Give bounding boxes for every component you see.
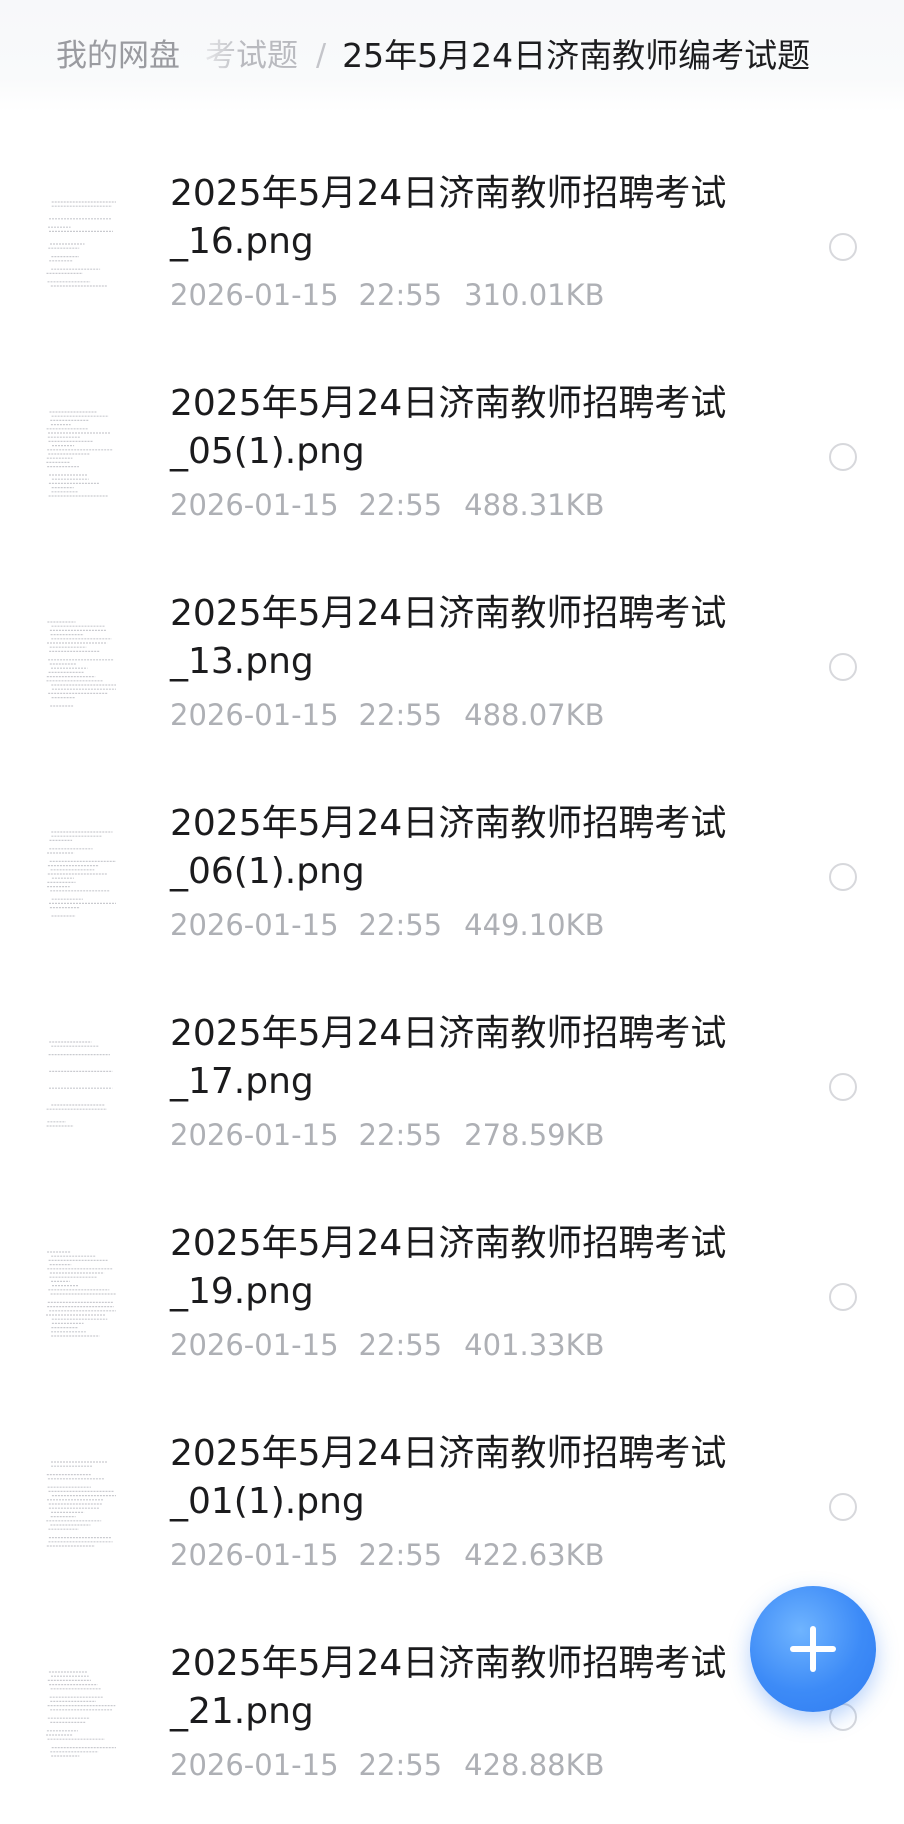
file-list-item[interactable]: 2025年5月24日济南教师招聘考试_05(1).png 2026-01-15 22…	[0, 360, 904, 570]
file-date: 2026-01-15	[170, 1328, 339, 1362]
file-size: 310.01KB	[464, 278, 605, 312]
select-checkbox[interactable]	[829, 863, 857, 891]
file-name: 2025年5月24日济南教师招聘考试_16.png	[170, 173, 727, 262]
file-list: 2025年5月24日济南教师招聘考试_16.png 2026-01-15 22:55…	[0, 150, 904, 1824]
document-thumbnail-icon	[44, 1456, 118, 1552]
file-time: 22:55	[358, 1538, 443, 1572]
file-time: 22:55	[358, 488, 443, 522]
file-meta: 2026-01-15 22:55 401.33KB	[170, 1325, 605, 1365]
file-time: 22:55	[358, 1748, 443, 1782]
file-meta: 2026-01-15 22:55 488.07KB	[170, 695, 605, 735]
breadcrumb-root-link[interactable]: 我的网盘	[56, 30, 180, 82]
file-time: 22:55	[358, 1118, 443, 1152]
file-name: 2025年5月24日济南教师招聘考试_01(1).png	[170, 1433, 727, 1522]
file-date: 2026-01-15	[170, 698, 339, 732]
file-time: 22:55	[358, 278, 443, 312]
document-thumbnail-icon	[44, 826, 118, 922]
document-thumbnail-icon	[44, 196, 118, 292]
file-meta: 2026-01-15 22:55 428.88KB	[170, 1745, 605, 1785]
file-date: 2026-01-15	[170, 488, 339, 522]
file-time: 22:55	[358, 908, 443, 942]
file-size: 428.88KB	[464, 1748, 605, 1782]
file-list-item[interactable]: 2025年5月24日济南教师招聘考试_13.png 2026-01-15 22:55…	[0, 570, 904, 780]
file-list-item[interactable]: 2025年5月24日济南教师招聘考试_17.png 2026-01-15 22:55…	[0, 990, 904, 1200]
document-thumbnail-icon	[44, 1246, 118, 1342]
select-checkbox[interactable]	[829, 1073, 857, 1101]
document-thumbnail-icon	[44, 406, 118, 502]
select-checkbox[interactable]	[829, 443, 857, 471]
file-size: 488.31KB	[464, 488, 605, 522]
file-name: 2025年5月24日济南教师招聘考试_06(1).png	[170, 803, 727, 892]
file-name: 2025年5月24日济南教师招聘考试_21.png	[170, 1643, 727, 1732]
document-thumbnail-icon	[44, 1036, 118, 1132]
file-meta: 2026-01-15 22:55 310.01KB	[170, 275, 605, 315]
file-meta: 2026-01-15 22:55 488.31KB	[170, 485, 605, 525]
breadcrumb-separator: /	[316, 38, 327, 73]
file-date: 2026-01-15	[170, 1538, 339, 1572]
breadcrumb-header: 我的网盘 考试题 / 25年5月24日济南教师编考试题	[0, 0, 904, 112]
breadcrumb-parent-link[interactable]: 考试题	[198, 30, 298, 82]
add-button[interactable]	[750, 1586, 876, 1712]
select-checkbox[interactable]	[829, 1283, 857, 1311]
file-meta: 2026-01-15 22:55 278.59KB	[170, 1115, 605, 1155]
file-size: 401.33KB	[464, 1328, 605, 1362]
file-size: 278.59KB	[464, 1118, 605, 1152]
file-name: 2025年5月24日济南教师招聘考试_13.png	[170, 593, 727, 682]
select-checkbox[interactable]	[829, 233, 857, 261]
file-list-item[interactable]: 2025年5月24日济南教师招聘考试_06(1).png 2026-01-15 22…	[0, 780, 904, 990]
file-name: 2025年5月24日济南教师招聘考试_19.png	[170, 1223, 727, 1312]
file-time: 22:55	[358, 1328, 443, 1362]
file-browser-page: 我的网盘 考试题 / 25年5月24日济南教师编考试题 2025年5月24日济南…	[0, 0, 904, 1824]
file-list-item[interactable]: 2025年5月24日济南教师招聘考试_19.png 2026-01-15 22:55…	[0, 1200, 904, 1410]
file-meta: 2026-01-15 22:55 449.10KB	[170, 905, 605, 945]
select-checkbox[interactable]	[829, 1493, 857, 1521]
file-time: 22:55	[358, 698, 443, 732]
file-name: 2025年5月24日济南教师招聘考试_17.png	[170, 1013, 727, 1102]
document-thumbnail-icon	[44, 616, 118, 712]
breadcrumb: 我的网盘 考试题 / 25年5月24日济南教师编考试题	[56, 30, 810, 82]
file-size: 488.07KB	[464, 698, 605, 732]
breadcrumb-current-folder: 25年5月24日济南教师编考试题	[342, 36, 811, 75]
document-thumbnail-icon	[44, 1666, 118, 1762]
file-date: 2026-01-15	[170, 908, 339, 942]
file-size: 422.63KB	[464, 1538, 605, 1572]
file-date: 2026-01-15	[170, 278, 339, 312]
file-meta: 2026-01-15 22:55 422.63KB	[170, 1535, 605, 1575]
file-size: 449.10KB	[464, 908, 605, 942]
file-date: 2026-01-15	[170, 1118, 339, 1152]
file-name: 2025年5月24日济南教师招聘考试_05(1).png	[170, 383, 727, 472]
file-date: 2026-01-15	[170, 1748, 339, 1782]
file-list-item[interactable]: 2025年5月24日济南教师招聘考试_01(1).png 2026-01-15 22…	[0, 1410, 904, 1620]
file-list-item[interactable]: 2025年5月24日济南教师招聘考试_16.png 2026-01-15 22:55…	[0, 150, 904, 360]
select-checkbox[interactable]	[829, 653, 857, 681]
